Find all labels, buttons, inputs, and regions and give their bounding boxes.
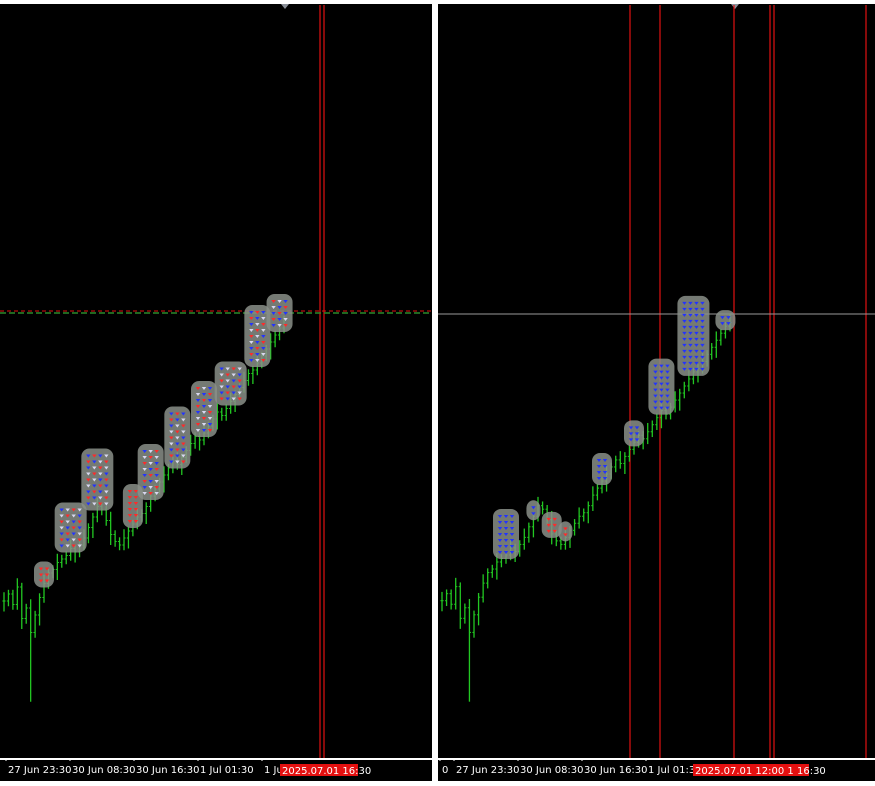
x-tick-label: 30 Jun 16:30 bbox=[584, 765, 648, 776]
scroll-marker-icon[interactable] bbox=[731, 4, 739, 9]
x-tick-label: 1 Jul 01:30 bbox=[200, 765, 254, 776]
bottom-border bbox=[438, 781, 875, 786]
chart-left-canvas[interactable]: 27 Jun 23:30 30 Jun 08:30 30 Jun 16:30 1 Ju… bbox=[0, 0, 432, 786]
x-tick-label: 30 Jun 08:30 bbox=[520, 765, 584, 776]
chart-pane-right[interactable]: 0 27 Jun 23:30 30 Jun 08:30 30 Jun 16:30 1 J… bbox=[438, 0, 875, 786]
time-flag: 2025.07.01 16:30 bbox=[282, 766, 371, 777]
scroll-marker-icon[interactable] bbox=[281, 4, 289, 9]
x-tick-label: 27 Jun 23:30 bbox=[456, 765, 520, 776]
chart-right-canvas[interactable]: 0 27 Jun 23:30 30 Jun 08:30 30 Jun 16:30 1 J… bbox=[438, 0, 875, 786]
marker-halo[interactable] bbox=[592, 453, 612, 486]
marker-halo[interactable] bbox=[214, 361, 247, 406]
marker-halo[interactable] bbox=[624, 420, 644, 447]
top-border bbox=[438, 0, 875, 4]
marker-halo[interactable] bbox=[526, 500, 541, 521]
x-tick-label: 27 Jun 23:30 bbox=[8, 765, 72, 776]
x-tick-label: 0 bbox=[442, 765, 448, 776]
marker-halo[interactable] bbox=[54, 502, 87, 553]
time-flag: 2025.07.01 12:00 1 16:30 bbox=[695, 766, 826, 777]
x-tick-label: 30 Jun 08:30 bbox=[72, 765, 136, 776]
marker-halo[interactable] bbox=[34, 561, 54, 588]
chart-pane-left[interactable]: 27 Jun 23:30 30 Jun 08:30 30 Jun 16:30 1 Ju… bbox=[0, 0, 432, 786]
axis-line bbox=[438, 758, 875, 760]
bottom-border bbox=[0, 781, 432, 786]
x-tick-label: 30 Jun 16:30 bbox=[136, 765, 200, 776]
marker-halo[interactable] bbox=[715, 310, 736, 331]
top-border bbox=[0, 0, 432, 4]
marker-halo[interactable] bbox=[558, 521, 573, 542]
axis-line bbox=[0, 758, 432, 760]
marker-halo[interactable] bbox=[81, 448, 114, 511]
